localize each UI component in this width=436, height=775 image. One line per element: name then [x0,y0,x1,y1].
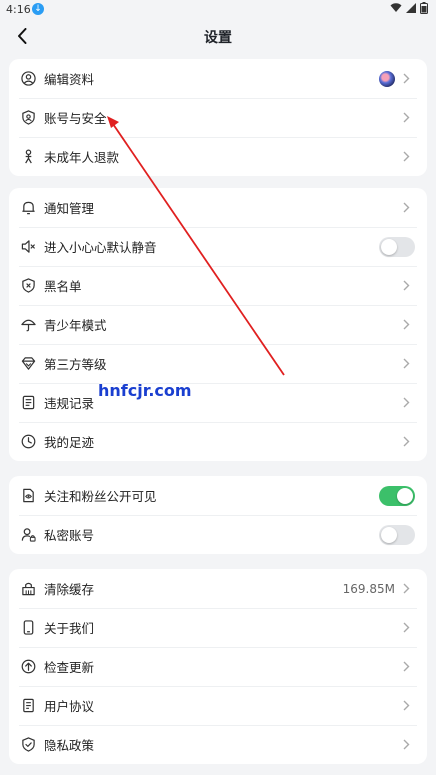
row-label: 清除缓存 [44,582,95,597]
row-default-mute[interactable]: 进入小心心默认静音 [9,227,427,266]
blocked-shield-icon [20,278,36,294]
row-label: 我的足迹 [44,435,95,450]
private-user-icon [20,527,36,543]
eye-document-icon [20,488,36,504]
chevron-right-icon [403,583,413,595]
row-minor-refund[interactable]: 未成年人退款 [9,137,427,176]
chevron-right-icon [403,661,413,673]
avatar [379,70,395,87]
row-third-party-level[interactable]: 第三方等级 [9,344,427,383]
row-label: 编辑资料 [44,72,95,87]
broom-icon [20,581,36,597]
cache-size: 169.85M [342,581,395,596]
row-youth-mode[interactable]: 青少年模式 [9,305,427,344]
settings-group-privacy: 关注和粉丝公开可见 私密账号 [9,476,427,554]
row-label: 隐私政策 [44,738,95,753]
settings-group-account: 编辑资料 账号与安全 未成年人退款 [9,59,427,176]
row-label: 第三方等级 [44,357,107,372]
clock-icon [20,434,36,450]
row-label: 私密账号 [44,528,95,543]
row-label: 检查更新 [44,660,95,675]
row-clear-cache[interactable]: 清除缓存 169.85M [9,569,427,608]
follow-public-toggle[interactable] [379,485,415,506]
row-blacklist[interactable]: 黑名单 [9,266,427,305]
row-about-us[interactable]: 关于我们 [9,608,427,647]
chevron-right-icon [403,700,413,712]
settings-group-about: 清除缓存 169.85M 关于我们 检查更新 用户协议 隐私政策 [9,569,427,764]
chevron-right-icon [403,73,413,85]
privacy-shield-icon [20,737,36,753]
row-label: 关于我们 [44,621,95,636]
umbrella-icon [20,317,36,333]
chevron-right-icon [403,112,413,124]
toggle-knob [381,238,397,255]
status-bar: 4:16 ↓ [0,0,436,20]
row-edit-profile[interactable]: 编辑资料 [9,59,427,98]
signal-icon [406,3,416,13]
chevron-right-icon [403,202,413,214]
row-account-security[interactable]: 账号与安全 [9,98,427,137]
status-time: 4:16 [6,3,31,16]
mute-toggle[interactable] [379,236,415,257]
chevron-right-icon [403,739,413,751]
chevron-right-icon [403,622,413,634]
user-circle-icon [20,71,36,87]
chevron-right-icon [403,397,413,409]
row-label: 黑名单 [44,279,82,294]
row-label: 青少年模式 [44,318,107,333]
document-list-icon [20,395,36,411]
row-label: 用户协议 [44,699,95,714]
download-icon: ↓ [32,3,44,15]
row-follow-public[interactable]: 关注和粉丝公开可见 [9,476,427,515]
row-check-update[interactable]: 检查更新 [9,647,427,686]
nav-bar: 设置 [0,20,436,52]
person-icon [20,149,36,165]
row-label: 关注和粉丝公开可见 [44,489,157,504]
row-notifications[interactable]: 通知管理 [9,188,427,227]
shield-user-icon [20,110,36,126]
chevron-right-icon [403,358,413,370]
row-violation-records[interactable]: 违规记录 [9,383,427,422]
settings-group-general: 通知管理 进入小心心默认静音 黑名单 青少年模式 第三方等级 违规记录 我的足迹 [9,188,427,461]
document-icon [20,698,36,714]
row-label: 未成年人退款 [44,150,120,165]
row-user-agreement[interactable]: 用户协议 [9,686,427,725]
row-my-footprints[interactable]: 我的足迹 [9,422,427,461]
watermark: hnfcjr.com [98,381,192,400]
chevron-right-icon [403,280,413,292]
row-label: 通知管理 [44,201,95,216]
bell-icon [20,200,36,216]
private-account-toggle[interactable] [379,524,415,545]
row-private-account[interactable]: 私密账号 [9,515,427,554]
mute-speaker-icon [20,239,36,255]
diamond-icon [20,356,36,372]
toggle-knob [397,487,413,504]
chevron-right-icon [403,151,413,163]
row-privacy-policy[interactable]: 隐私政策 [9,725,427,764]
wifi-icon [390,3,402,12]
row-label: 进入小心心默认静音 [44,240,157,255]
system-icons [390,2,428,14]
page-title: 设置 [204,30,232,46]
phone-icon [20,620,36,636]
upload-circle-icon [20,659,36,675]
battery-icon [420,2,428,14]
toggle-knob [381,526,397,543]
row-label: 账号与安全 [44,111,107,126]
chevron-right-icon [403,319,413,331]
chevron-right-icon [403,436,413,448]
